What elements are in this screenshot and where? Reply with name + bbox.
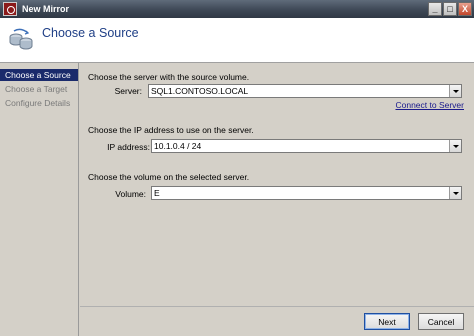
volume-label: Volume:	[115, 189, 146, 199]
window-title: New Mirror	[22, 4, 70, 14]
server-dropdown[interactable]: SQL1.CONTOSO.LOCAL	[148, 84, 462, 98]
volume-dropdown[interactable]: E	[151, 186, 462, 200]
next-button[interactable]: Next	[364, 313, 410, 330]
nav-step-configure-details[interactable]: Configure Details	[0, 97, 78, 109]
connect-to-server-link[interactable]: Connect to Server	[395, 100, 464, 110]
volume-value: E	[154, 188, 160, 198]
chevron-down-icon[interactable]	[449, 140, 461, 152]
server-label: Server:	[114, 86, 142, 96]
restore-button[interactable]: □	[443, 2, 457, 16]
server-value: SQL1.CONTOSO.LOCAL	[151, 86, 249, 96]
wizard-steps-nav: Choose a Source Choose a Target Configur…	[0, 63, 79, 336]
volume-prompt: Choose the volume on the selected server…	[88, 172, 250, 182]
main-content: Choose the server with the source volume…	[80, 63, 474, 303]
mirror-disks-icon	[9, 28, 33, 50]
nav-step-choose-target[interactable]: Choose a Target	[0, 83, 78, 95]
ip-address-dropdown[interactable]: 10.1.0.4 / 24	[151, 139, 462, 153]
server-prompt: Choose the server with the source volume…	[88, 72, 250, 82]
page-header: Choose a Source	[0, 18, 474, 63]
app-icon	[3, 2, 17, 16]
ip-value: 10.1.0.4 / 24	[154, 141, 202, 151]
chevron-down-icon[interactable]	[449, 187, 461, 199]
nav-step-choose-source[interactable]: Choose a Source	[0, 69, 78, 81]
close-button[interactable]: X	[458, 2, 472, 16]
title-bar[interactable]: New Mirror _ □ X	[0, 0, 474, 18]
minimize-button[interactable]: _	[428, 2, 442, 16]
ip-label: IP address:	[107, 142, 150, 152]
footer-divider	[80, 306, 474, 307]
page-title: Choose a Source	[42, 26, 139, 40]
new-mirror-window: New Mirror _ □ X Choose a Source Choose …	[0, 0, 474, 336]
cancel-button[interactable]: Cancel	[418, 313, 464, 330]
ip-prompt: Choose the IP address to use on the serv…	[88, 125, 254, 135]
chevron-down-icon[interactable]	[449, 85, 461, 97]
